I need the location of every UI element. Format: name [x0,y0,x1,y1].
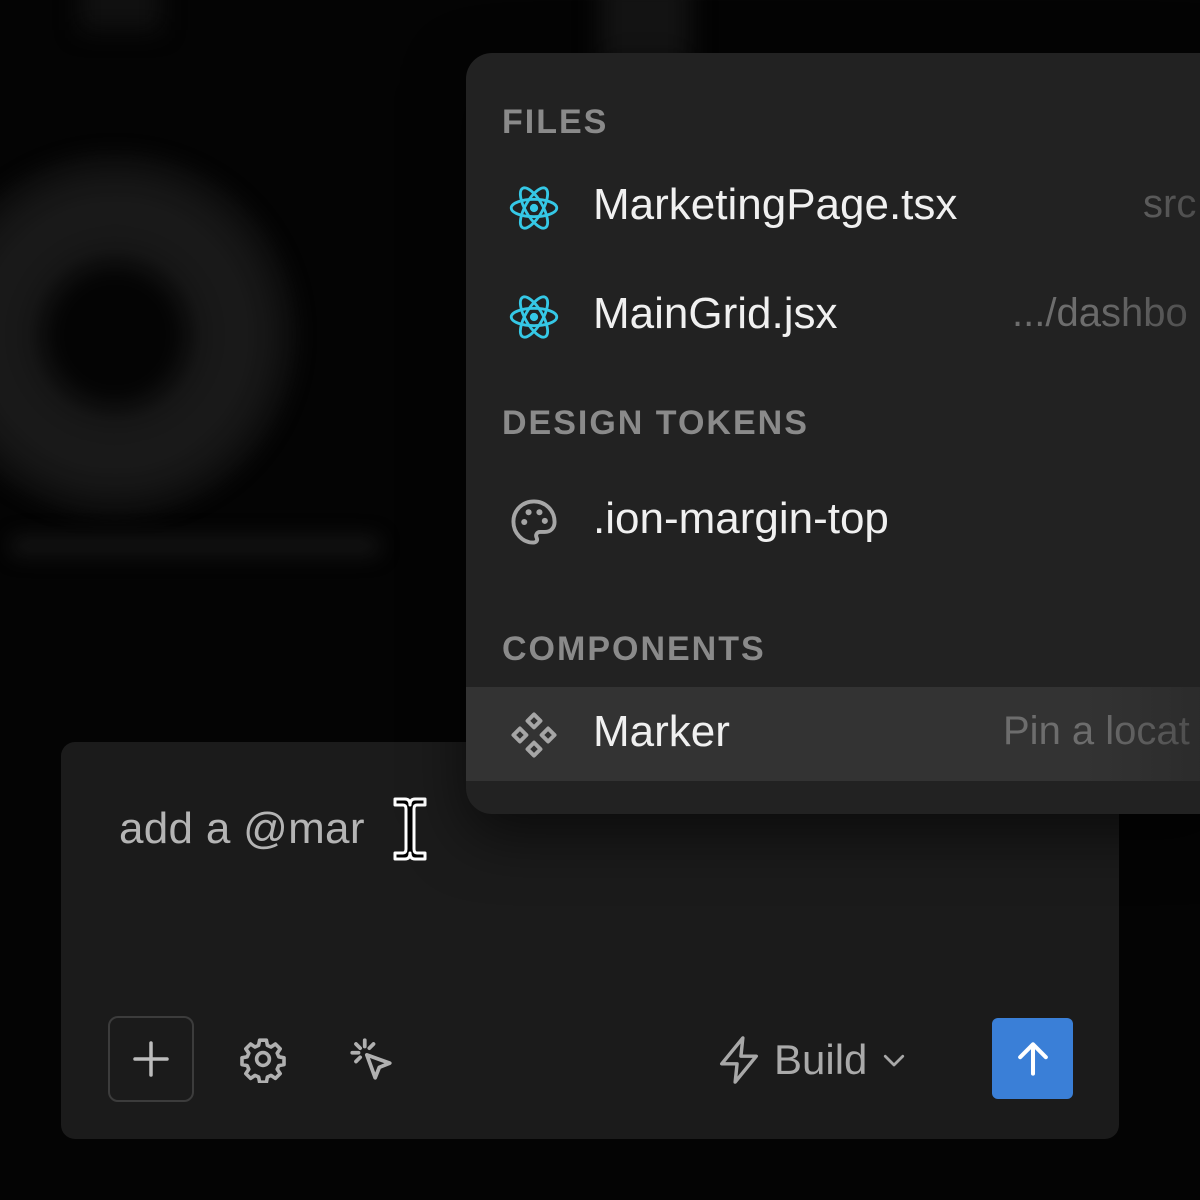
item-description: Pin a locat [1003,709,1190,753]
add-icon [133,1041,169,1077]
list-item-token[interactable]: .ion-margin-top [466,474,1200,568]
section-title-design-tokens: DESIGN TOKENS [502,404,809,442]
palette-icon [511,499,557,545]
settings-button[interactable] [233,1029,293,1089]
item-path: src [1143,182,1197,226]
section-title-files: FILES [502,103,609,141]
item-label: .ion-margin-top [593,494,889,543]
text-cursor-icon [393,797,427,861]
lightning-icon [720,1036,758,1084]
list-item-file[interactable]: MarketingPage.tsx src [466,160,1200,254]
mention-popover: FILES MarketingPage.tsx src MainGrid.jsx… [466,53,1200,814]
react-icon [509,295,559,339]
background-blur-ring [0,150,300,520]
prompt-input[interactable]: add a @mar [119,804,365,854]
item-label: MarketingPage.tsx [593,180,958,229]
item-label: MainGrid.jsx [593,289,838,338]
component-icon [511,712,557,758]
background-blur [80,0,160,30]
app-canvas: add a @mar Build FILES MarketingPage.tsx… [0,0,1200,1200]
mode-label: Build [774,1036,868,1083]
element-select-button[interactable] [341,1029,401,1089]
gear-icon [240,1038,286,1083]
mode-selector[interactable]: Build [716,1030,909,1090]
chevron-down-icon [884,1054,905,1067]
list-item-file[interactable]: MainGrid.jsx .../dashbo [466,269,1200,363]
list-item-component[interactable]: Marker Pin a locat [466,687,1200,781]
arrow-up-icon [1017,1041,1048,1076]
background-blur-bar [10,535,380,557]
item-path: .../dashbo [1012,291,1188,335]
add-button[interactable] [108,1016,194,1102]
react-icon [509,186,559,230]
section-title-components: COMPONENTS [502,630,766,668]
send-button[interactable] [992,1018,1073,1099]
item-label: Marker [593,707,730,756]
select-cursor-icon [350,1038,392,1080]
